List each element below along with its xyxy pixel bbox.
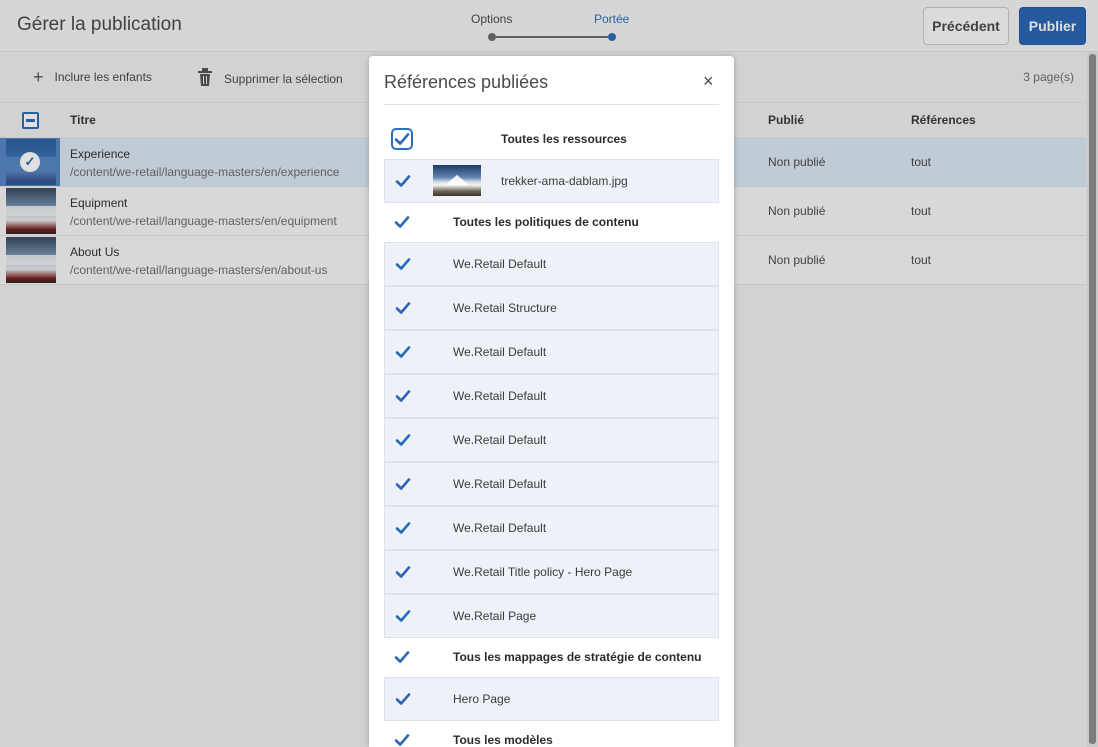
policy-checkbox[interactable]: [395, 256, 411, 272]
policy-item: We.Retail Default: [384, 242, 719, 286]
group-label: Tous les modèles: [453, 733, 553, 747]
asset-checkbox[interactable]: [395, 173, 411, 189]
mapping-label: Hero Page: [453, 692, 511, 706]
group-label: Toutes les politiques de contenu: [453, 215, 639, 229]
dialog-divider: [384, 104, 719, 105]
policy-item: We.Retail Default: [384, 506, 719, 550]
policy-item: We.Retail Title policy - Hero Page: [384, 550, 719, 594]
policy-checkbox[interactable]: [395, 344, 411, 360]
policy-label: We.Retail Default: [453, 389, 547, 403]
asset-item: trekker-ama-dablam.jpg: [384, 159, 719, 203]
policies-checkbox[interactable]: [394, 214, 410, 230]
policy-label: We.Retail Default: [453, 521, 547, 535]
group-label: Tous les mappages de stratégie de conten…: [453, 650, 702, 664]
policy-label: We.Retail Default: [453, 433, 547, 447]
policy-item: We.Retail Page: [384, 594, 719, 638]
group-mappings: Tous les mappages de stratégie de conten…: [384, 639, 719, 677]
asset-thumbnail: [433, 165, 481, 196]
policy-label: We.Retail Default: [453, 477, 547, 491]
policy-item: We.Retail Default: [384, 330, 719, 374]
mapping-checkbox[interactable]: [395, 691, 411, 707]
group-assets: Toutes les ressources: [384, 121, 719, 159]
templates-checkbox[interactable]: [394, 732, 410, 747]
policy-label: We.Retail Default: [453, 345, 547, 359]
policy-item: We.Retail Structure: [384, 286, 719, 330]
published-references-dialog: Références publiées × Toutes les ressour…: [369, 56, 734, 747]
dialog-title: Références publiées: [384, 72, 549, 92]
policy-item: We.Retail Default: [384, 418, 719, 462]
policy-label: We.Retail Title policy - Hero Page: [453, 565, 633, 579]
asset-label: trekker-ama-dablam.jpg: [501, 174, 628, 188]
group-templates: Tous les modèles: [384, 722, 719, 747]
policy-label: We.Retail Default: [453, 257, 547, 271]
policy-checkbox[interactable]: [395, 300, 411, 316]
policy-checkbox[interactable]: [395, 476, 411, 492]
policy-label: We.Retail Structure: [453, 301, 557, 315]
policy-checkbox[interactable]: [395, 388, 411, 404]
policy-label: We.Retail Page: [453, 609, 537, 623]
close-icon[interactable]: ×: [703, 71, 714, 91]
policy-item: We.Retail Default: [384, 462, 719, 506]
policy-item: We.Retail Default: [384, 374, 719, 418]
group-label: Toutes les ressources: [501, 132, 627, 146]
assets-checkbox[interactable]: [391, 128, 413, 150]
group-policies: Toutes les politiques de contenu: [384, 204, 719, 242]
policy-checkbox[interactable]: [395, 432, 411, 448]
policy-checkbox[interactable]: [395, 564, 411, 580]
policy-checkbox[interactable]: [395, 608, 411, 624]
mappings-checkbox[interactable]: [394, 649, 410, 665]
policy-checkbox[interactable]: [395, 520, 411, 536]
mapping-item: Hero Page: [384, 677, 719, 721]
